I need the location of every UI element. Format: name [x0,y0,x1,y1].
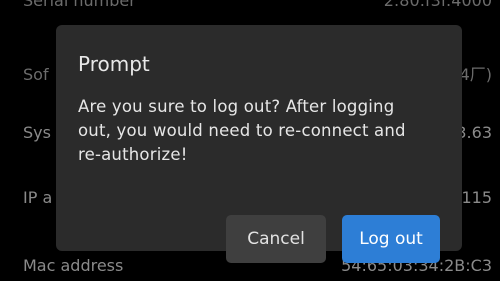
dialog-message-line: re-authorize! [78,145,188,164]
list-item-label: IP a [23,188,53,207]
list-item-value: 2:80:f3f:4000 [383,0,492,10]
cancel-button[interactable]: Cancel [226,215,326,263]
list-item-value: 115 [461,188,492,207]
logout-button[interactable]: Log out [342,215,440,263]
list-item-label: Sof [23,65,49,84]
dialog-message: Are you sure to log out? After logging o… [78,95,440,167]
list-item-label: Serial number [23,0,136,10]
list-item-label: Sys [23,123,51,142]
dialog-title: Prompt [78,52,150,76]
logout-dialog: Prompt Are you sure to log out? After lo… [56,25,462,263]
dialog-message-line: Are you sure to log out? After logging [78,97,395,116]
list-item: Serial number 2:80:f3f:4000 [0,0,500,16]
list-item-label: Mac address [23,256,124,275]
dialog-message-line: out, you would need to re-connect and [78,121,406,140]
